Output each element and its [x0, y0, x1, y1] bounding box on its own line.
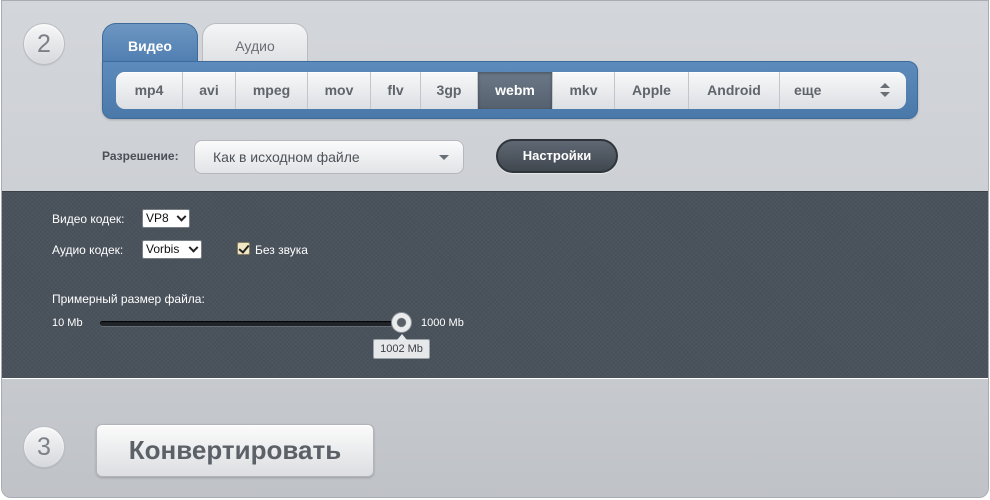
tab-audio[interactable]: Аудио [202, 23, 308, 63]
slider-min-label: 10 Mb [52, 317, 83, 329]
no-sound-label: Без звука [255, 243, 308, 257]
settings-panel: Видео кодек: VP8 Аудио кодек: Vorbis Без… [2, 191, 988, 379]
audio-codec-label: Аудио кодек: [52, 243, 124, 257]
tab-video[interactable]: Видео [102, 23, 198, 63]
no-sound-checkbox[interactable] [237, 242, 250, 255]
resolution-select[interactable]: Как в исходном файле [194, 140, 464, 174]
audio-codec-value: Vorbis [146, 242, 180, 256]
chevron-down-icon [188, 242, 199, 253]
file-size-label: Примерный размер файла: [52, 292, 205, 306]
format-mov[interactable]: mov [308, 72, 371, 109]
format-webm[interactable]: webm [478, 72, 553, 109]
resolution-label: Разрешение: [102, 149, 179, 163]
slider-value-tooltip: 1002 Mb [373, 334, 430, 359]
format-apple[interactable]: Apple [615, 72, 689, 109]
step-2-indicator: 2 [23, 23, 65, 65]
video-codec-select[interactable]: VP8 [142, 209, 190, 228]
step-3-indicator: 3 [23, 426, 65, 468]
chevron-down-icon [439, 155, 449, 160]
format-avi[interactable]: avi [183, 72, 236, 109]
format-android[interactable]: Android [689, 72, 780, 109]
convert-section: 3 Конвертировать [2, 380, 988, 497]
format-mkv[interactable]: mkv [553, 72, 615, 109]
video-codec-label: Видео кодек: [52, 212, 125, 226]
format-more-label: еще [794, 82, 822, 98]
format-panel: mp4 avi mpeg mov flv 3gp webm mkv Apple … [102, 61, 918, 119]
slider-max-label: 1000 Mb [421, 317, 464, 329]
format-mp4[interactable]: mp4 [116, 72, 183, 109]
converter-frame: 2 Видео Аудио mp4 avi mpeg mov flv 3gp w… [1, 0, 989, 498]
slider-handle[interactable] [391, 312, 412, 333]
format-section: 2 Видео Аудио mp4 avi mpeg mov flv 3gp w… [2, 1, 988, 191]
up-down-arrows-icon [880, 83, 890, 97]
chevron-down-icon [176, 211, 187, 222]
settings-button[interactable]: Настройки [496, 139, 618, 173]
format-more[interactable]: еще [780, 72, 906, 109]
audio-codec-select[interactable]: Vorbis [142, 240, 202, 259]
file-size-slider[interactable] [100, 321, 402, 326]
convert-button[interactable]: Конвертировать [96, 424, 374, 477]
format-mpeg[interactable]: mpeg [236, 72, 308, 109]
video-codec-value: VP8 [146, 211, 169, 225]
resolution-value: Как в исходном файле [213, 149, 360, 165]
format-3gp[interactable]: 3gp [421, 72, 478, 109]
format-flv[interactable]: flv [371, 72, 421, 109]
format-bar: mp4 avi mpeg mov flv 3gp webm mkv Apple … [116, 72, 906, 109]
